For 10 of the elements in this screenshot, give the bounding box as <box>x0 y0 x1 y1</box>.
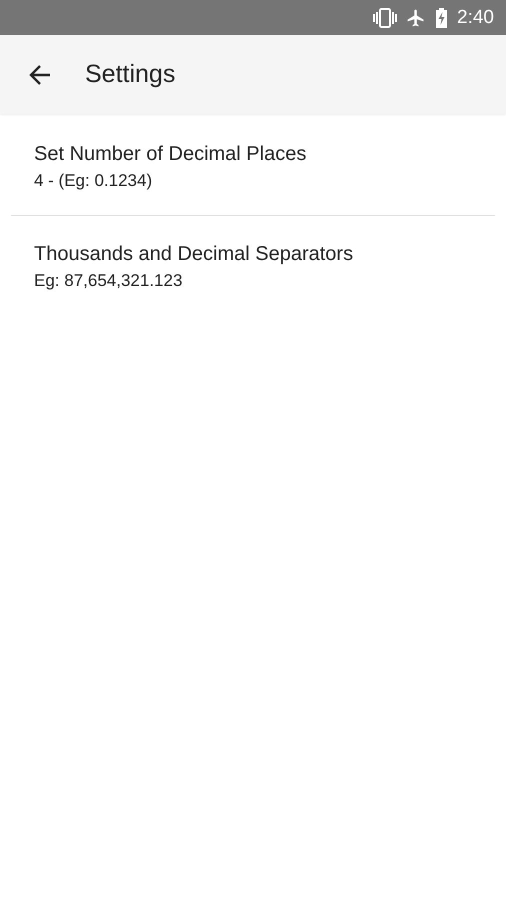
setting-title[interactable]: Thousands and Decimal Separators <box>34 241 472 267</box>
setting-title[interactable]: Set Number of Decimal Places <box>34 141 472 167</box>
clock-time: 2:40 <box>457 6 494 28</box>
toolbar-title: Settings <box>85 60 176 89</box>
setting-summary: 4 - (Eg: 0.1234) <box>34 170 154 192</box>
airplane-icon <box>406 8 426 28</box>
vibrate-icon <box>373 8 398 28</box>
back-arrow-icon[interactable] <box>28 64 52 86</box>
battery-charging-icon <box>435 8 448 28</box>
setting-summary: Eg: 87,654,321.123 <box>34 270 184 292</box>
